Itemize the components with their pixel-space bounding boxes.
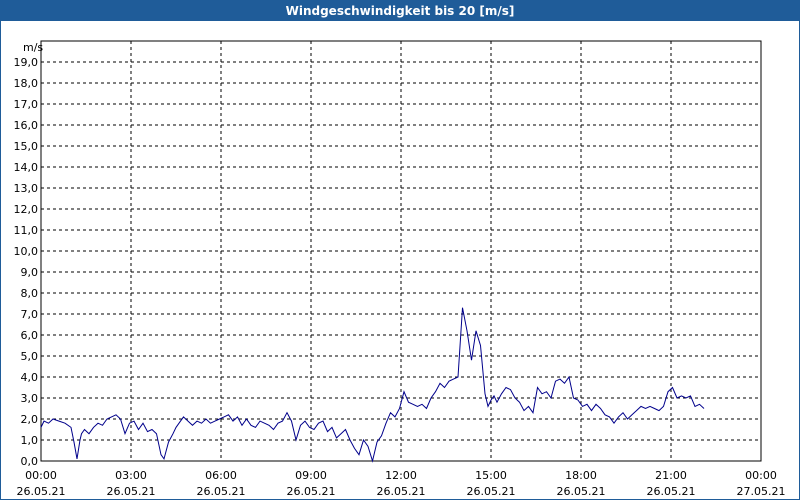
x-tick-date-label: 26.05.21 [467, 485, 516, 498]
y-tick-label: 9,0 [21, 266, 39, 279]
x-tick-date-label: 26.05.21 [197, 485, 246, 498]
y-tick-label: 18,0 [14, 77, 39, 90]
grid [41, 41, 761, 461]
x-tick-time-label: 12:00 [385, 469, 417, 482]
y-tick-label: 6,0 [21, 329, 39, 342]
x-tick-time-label: 06:00 [205, 469, 237, 482]
y-tick-label: 12,0 [14, 203, 39, 216]
x-tick-date-label: 26.05.21 [557, 485, 606, 498]
y-tick-label: 16,0 [14, 119, 39, 132]
y-tick-label: 2,0 [21, 413, 39, 426]
x-tick-date-label: 26.05.21 [17, 485, 66, 498]
y-tick-label: 1,0 [21, 434, 39, 447]
x-tick-time-label: 15:00 [475, 469, 507, 482]
x-tick-date-label: 26.05.21 [377, 485, 426, 498]
y-axis-ticks: 0,0 1,0 2,0 3,0 4,0 5,0 6,0 7,0 8,0 9,0 10,0 11,0 12… [14, 56, 39, 468]
y-tick-label: 11,0 [14, 224, 39, 237]
x-tick-time-label: 00:00 [745, 469, 777, 482]
x-tick-time-label: 18:00 [565, 469, 597, 482]
x-axis-ticks: 00:00 26.05.21 03:00 26.05.21 06:00 26.05.21 0… [17, 469, 786, 498]
x-tick-date-label: 27.05.21 [737, 485, 786, 498]
y-tick-label: 19,0 [14, 56, 39, 69]
chart-window: Windgeschwindigkeit bis 20 [m/s] 0,0 1,0 2… [0, 0, 800, 500]
y-tick-label: 14,0 [14, 161, 39, 174]
x-tick-date-label: 26.05.21 [107, 485, 156, 498]
x-tick-time-label: 09:00 [295, 469, 327, 482]
y-tick-label: 17,0 [14, 98, 39, 111]
x-tick-date-label: 26.05.21 [287, 485, 336, 498]
x-tick-date-label: 26.05.21 [647, 485, 696, 498]
y-tick-label: 7,0 [21, 308, 39, 321]
y-tick-label: 13,0 [14, 182, 39, 195]
y-axis-unit: m/s [23, 41, 43, 54]
y-tick-label: 0,0 [21, 455, 39, 468]
y-tick-label: 10,0 [14, 245, 39, 258]
x-tick-time-label: 21:00 [655, 469, 687, 482]
y-tick-label: 4,0 [21, 371, 39, 384]
x-tick-time-label: 00:00 [25, 469, 57, 482]
x-tick-time-label: 03:00 [115, 469, 147, 482]
chart-canvas: 0,0 1,0 2,0 3,0 4,0 5,0 6,0 7,0 8,0 9,0 10,0 11,0 12… [14, 40, 786, 498]
y-tick-label: 15,0 [14, 140, 39, 153]
y-tick-label: 8,0 [21, 287, 39, 300]
y-tick-label: 3,0 [21, 392, 39, 405]
y-tick-label: 5,0 [21, 350, 39, 363]
